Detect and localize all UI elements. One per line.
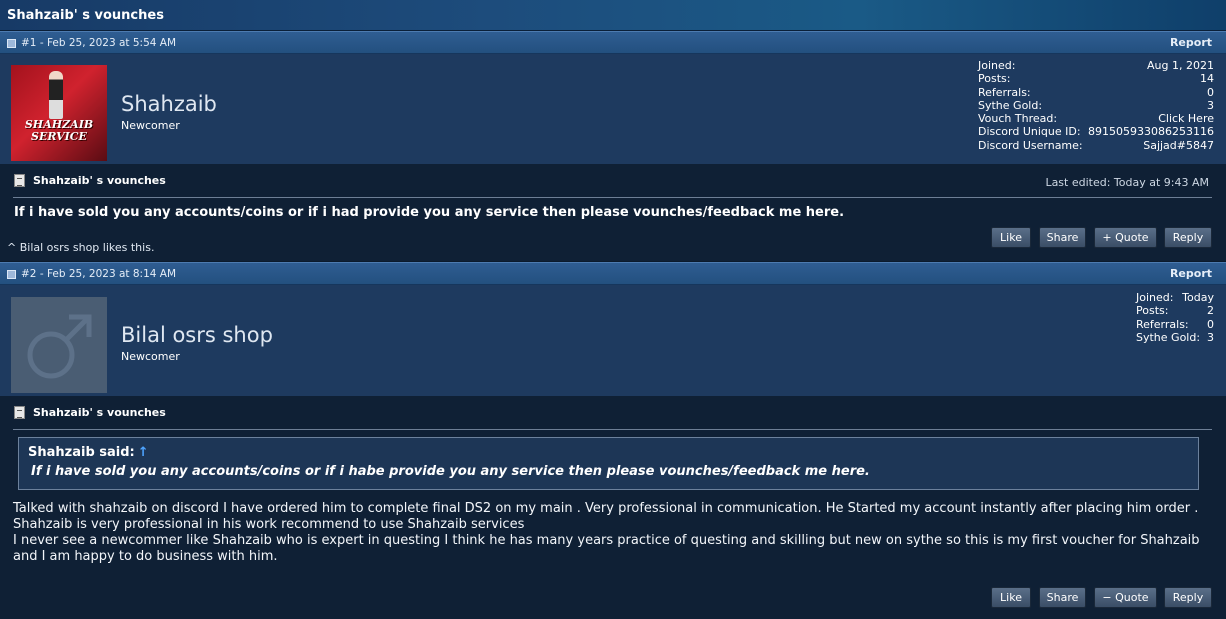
thread-header: Shahzaib' s vounches [0,0,1226,31]
share-button[interactable]: Share [1039,587,1086,608]
author-panel-2: Bilal osrs shop Newcomer Joined: Today Po… [0,285,1226,396]
avatar[interactable] [11,297,107,393]
like-button[interactable]: Like [991,227,1031,248]
stat-sythe-gold: Sythe Gold: 3 [1136,330,1214,344]
post-body-2: Shahzaib' s vounches Shahzaib said: ↑ If … [0,396,1226,619]
stat-discord-username: Discord Username: Sajjad#5847 [978,138,1214,152]
quote-author: Shahzaib said: ↑ [28,445,149,460]
avatar[interactable]: SHAHZAIB SERVICE [11,65,107,161]
user-title: Newcomer [121,350,180,363]
message-line: Talked with shahzaib on discord I have o… [13,501,1199,516]
post-title: Shahzaib' s vounches [33,406,166,419]
post-body-1: Shahzaib' s vounches Last edited: Today … [0,164,1226,261]
post-meta[interactable]: #1 - Feb 25, 2023 at 5:54 AM [21,37,176,49]
user-stats: Joined: Aug 1, 2021 Posts: 14 Referrals: 0 … [978,59,1214,152]
stat-discord-id: Discord Unique ID: 891505933086253116 [978,125,1214,139]
report-link[interactable]: Report [1170,36,1212,49]
post-title-row: Shahzaib' s vounches [14,174,166,187]
last-edited: Last edited: Today at 9:43 AM [1045,176,1209,189]
stat-joined: Joined: Aug 1, 2021 [978,59,1214,72]
username[interactable]: Shahzaib [121,92,217,116]
vouch-thread-link[interactable]: Click Here [1158,112,1214,125]
quote-block: Shahzaib said: ↑ If i have sold you any a… [18,437,1199,490]
report-link[interactable]: Report [1170,267,1212,280]
avatar-logo-text: SHAHZAIB SERVICE [24,118,94,143]
likes-summary[interactable]: ^ Bilal osrs shop likes this. [7,241,154,254]
username[interactable]: Bilal osrs shop [121,323,273,347]
post-permalink-icon[interactable] [7,270,16,279]
post-title: Shahzaib' s vounches [33,174,166,187]
post-meta[interactable]: #2 - Feb 25, 2023 at 8:14 AM [21,268,176,280]
post-permalink-icon[interactable] [7,39,16,48]
thread-title: Shahzaib' s vounches [7,8,164,23]
post-header-2: #2 - Feb 25, 2023 at 8:14 AM Report [0,262,1226,285]
quote-text: If i have sold you any accounts/coins or… [31,464,870,479]
document-icon [14,406,25,419]
divider [13,429,1212,430]
message-line: I never see a newcommer like Shahzaib wh… [13,533,1200,564]
stat-posts: Posts: 14 [978,72,1214,86]
stat-referrals: Referrals: 0 [1136,317,1214,331]
male-symbol-icon [27,314,92,379]
stat-referrals: Referrals: 0 [978,85,1214,99]
post-message: If i have sold you any accounts/coins or… [14,205,845,220]
post-header-1: #1 - Feb 25, 2023 at 5:54 AM Report [0,31,1226,54]
author-panel-1: SHAHZAIB SERVICE Shahzaib Newcomer Joine… [0,54,1226,164]
quote-button[interactable]: − Quote [1094,587,1157,608]
avatar-figure [49,71,63,119]
post-title-row: Shahzaib' s vounches [14,406,166,419]
like-button[interactable]: Like [991,587,1031,608]
reply-button[interactable]: Reply [1164,587,1212,608]
quote-button[interactable]: + Quote [1094,227,1157,248]
quote-jump-arrow-icon[interactable]: ↑ [138,445,149,460]
stat-posts: Posts: 2 [1136,304,1214,318]
stat-vouch-thread: Vouch Thread: Click Here [978,112,1214,126]
user-title: Newcomer [121,119,180,132]
message-line: Shahzaib is very professional in his wor… [13,517,525,532]
stat-sythe-gold: Sythe Gold: 3 [978,98,1214,112]
user-stats: Joined: Today Posts: 2 Referrals: 0 Sythe G… [1136,291,1214,344]
divider [13,197,1212,198]
reply-button[interactable]: Reply [1164,227,1212,248]
post-message: Talked with shahzaib on discord I have o… [13,501,1208,565]
stat-joined: Joined: Today [1136,291,1214,304]
document-icon [14,174,25,187]
share-button[interactable]: Share [1039,227,1086,248]
